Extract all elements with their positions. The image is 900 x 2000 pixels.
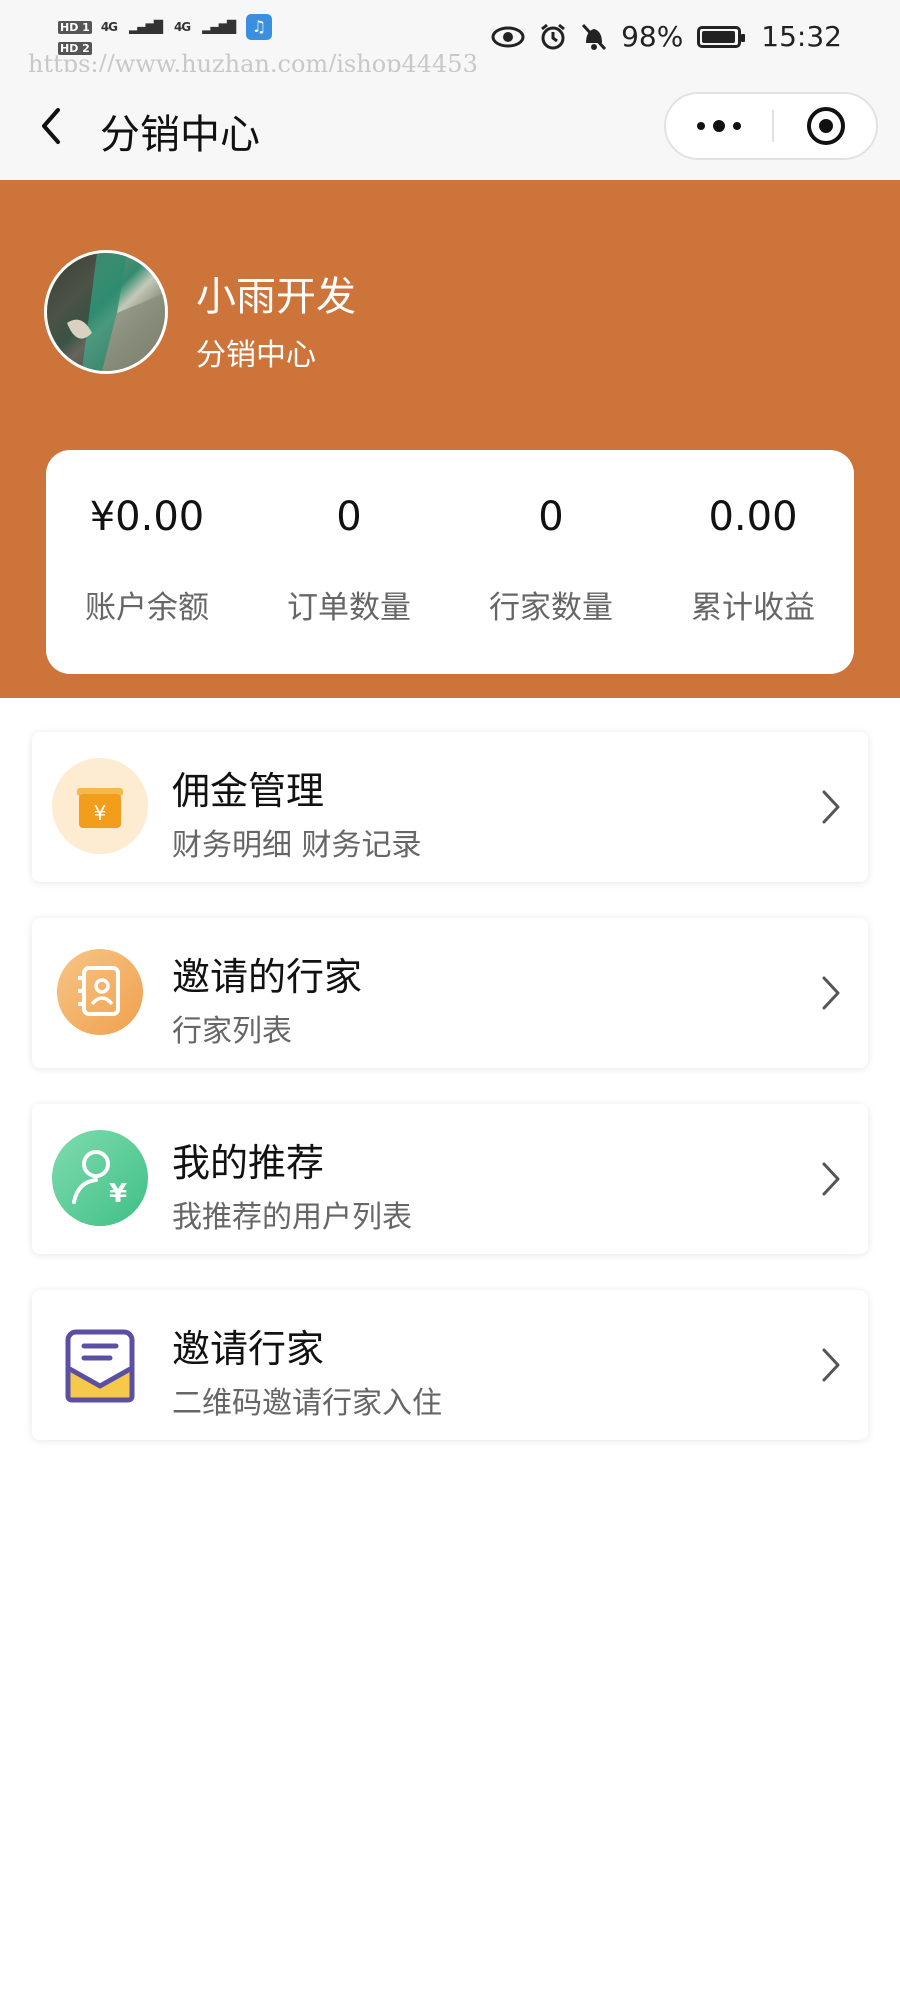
- stat-value: 0.00: [708, 494, 798, 540]
- menu-invited-experts[interactable]: 邀请的行家 行家列表: [32, 918, 868, 1068]
- menu-title: 我的推荐: [172, 1141, 325, 1185]
- chevron-right-icon: [822, 1348, 840, 1382]
- commission-wallet-icon: ¥: [52, 758, 148, 854]
- svg-text:¥: ¥: [94, 801, 107, 825]
- close-miniprogram-button[interactable]: [774, 94, 878, 158]
- chevron-right-icon: [822, 976, 840, 1010]
- menu-subtitle: 二维码邀请行家入住: [172, 1386, 442, 1421]
- stats-card: ¥0.00 账户余额 0 订单数量 0 行家数量 0.00 累计收益: [46, 450, 854, 674]
- battery-icon: [697, 25, 746, 48]
- battery-fill: [702, 30, 736, 43]
- contacts-book-icon: [57, 949, 143, 1035]
- svg-text:¥: ¥: [109, 1179, 127, 1209]
- stat-label: 账户余额: [85, 590, 209, 626]
- stat-label: 行家数量: [489, 590, 613, 626]
- target-circle-icon: [807, 107, 845, 145]
- signal-1: 4G: [100, 20, 118, 34]
- avatar[interactable]: [44, 250, 168, 374]
- miniprogram-capsule: [664, 92, 878, 160]
- signal-bars-icon: ▂▄▆█: [129, 20, 163, 34]
- back-button[interactable]: [30, 100, 74, 152]
- notification-app-icon: ♫: [245, 14, 272, 40]
- menu-title: 邀请的行家: [172, 955, 363, 999]
- status-bar: HD 1 4G ▂▄▆█ 4G ▂▄▆█ ♫ HD 2 98% 15:32 https:…: [0, 0, 900, 78]
- more-button[interactable]: [666, 94, 772, 158]
- stat-orders[interactable]: 0 订单数量: [248, 450, 450, 674]
- stat-earnings[interactable]: 0.00 累计收益: [652, 450, 854, 674]
- user-yen-icon: ¥: [52, 1130, 148, 1226]
- avatar-image: [47, 253, 165, 371]
- chevron-right-icon: [822, 790, 840, 824]
- signal-2: 4G: [173, 20, 191, 34]
- eye-icon: [491, 26, 525, 47]
- menu-subtitle: 我推荐的用户列表: [172, 1200, 412, 1235]
- stat-label: 订单数量: [287, 590, 411, 626]
- profile-header: 小雨开发 分销中心 ¥0.00 账户余额 0 订单数量 0 行家数量 0.00 …: [0, 180, 900, 698]
- menu-subtitle: 行家列表: [172, 1014, 292, 1049]
- menu-title: 佣金管理: [172, 769, 325, 813]
- menu-my-referrals[interactable]: ¥ 我的推荐 我推荐的用户列表: [32, 1104, 868, 1254]
- envelope-icon: [65, 1329, 135, 1403]
- stat-experts[interactable]: 0 行家数量: [450, 450, 652, 674]
- user-subtitle: 分销中心: [196, 338, 316, 373]
- more-dots-icon: [697, 120, 741, 132]
- battery-percent: 98%: [621, 20, 684, 53]
- mute-bell-icon: [581, 23, 607, 50]
- hd-indicator-1: HD 1: [58, 21, 92, 34]
- stat-balance[interactable]: ¥0.00 账户余额: [46, 450, 248, 674]
- stat-value: ¥0.00: [89, 494, 205, 540]
- menu-commission[interactable]: ¥ 佣金管理 财务明细 财务记录: [32, 732, 868, 882]
- chevron-right-icon: [822, 1162, 840, 1196]
- navigation-bar: 分销中心: [0, 72, 900, 180]
- stat-value: 0: [538, 494, 564, 540]
- clock-time: 15:32: [761, 20, 842, 53]
- menu-title: 邀请行家: [172, 1327, 325, 1371]
- chevron-left-icon: [42, 108, 60, 144]
- stat-value: 0: [336, 494, 362, 540]
- page-title: 分销中心: [100, 112, 260, 158]
- user-name: 小雨开发: [196, 274, 356, 320]
- status-right: 98% 15:32: [491, 20, 842, 53]
- stat-label: 累计收益: [691, 590, 815, 626]
- signal-bars-2-icon: ▂▄▆█: [202, 20, 236, 34]
- menu-invite-expert[interactable]: 邀请行家 二维码邀请行家入住: [32, 1290, 868, 1440]
- alarm-icon: [541, 23, 565, 49]
- menu-subtitle: 财务明细 财务记录: [172, 828, 422, 863]
